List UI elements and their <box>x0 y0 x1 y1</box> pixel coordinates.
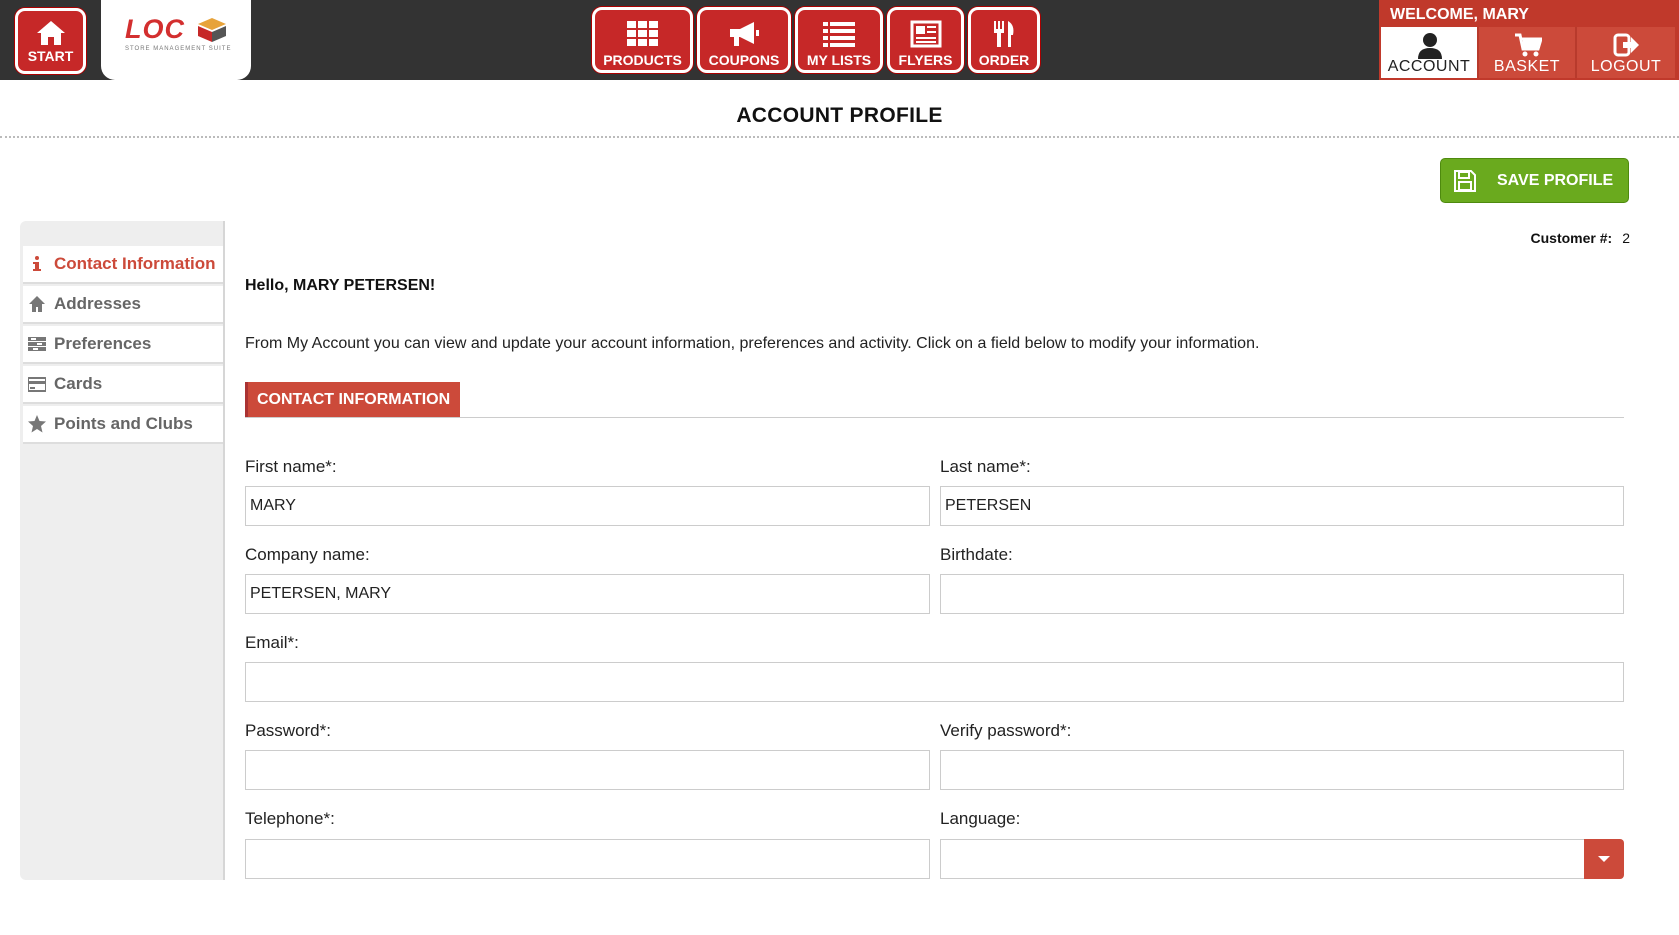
language-dropdown-button[interactable] <box>1584 839 1624 879</box>
nav-products-label: PRODUCTS <box>603 52 682 68</box>
nav-order-label: ORDER <box>978 52 1030 68</box>
newspaper-icon <box>910 20 941 48</box>
credit-card-icon <box>28 377 46 392</box>
logo-text: LOC <box>125 14 185 44</box>
cart-icon <box>1515 33 1542 57</box>
nav-products-button[interactable]: PRODUCTS <box>592 7 693 73</box>
basket-label: BASKET <box>1493 58 1561 75</box>
nav-flyers-button[interactable]: FLYERS <box>887 7 964 73</box>
title-divider <box>0 136 1679 138</box>
intro-text: From My Account you can view and update … <box>245 335 1260 352</box>
telephone-field[interactable] <box>245 839 930 879</box>
utensils-icon <box>994 21 1014 47</box>
nav-my-lists-label: MY LISTS <box>806 52 872 68</box>
caret-down-icon <box>1598 856 1610 862</box>
account-label: ACCOUNT <box>1387 58 1471 75</box>
password-label: Password*: <box>245 721 331 740</box>
first-name-label: First name*: <box>245 457 337 476</box>
megaphone-icon <box>730 22 759 46</box>
start-label: START <box>27 48 74 64</box>
sliders-icon <box>28 337 46 351</box>
logo[interactable]: LOC STORE MANAGEMENT SUITE <box>101 0 251 80</box>
sidebar-item-cards[interactable]: Cards <box>23 366 223 404</box>
top-bar: START LOC STORE MANAGEMENT SUITE PRODUCT… <box>0 0 1679 80</box>
logo-cube-icon <box>198 18 226 42</box>
telephone-label: Telephone*: <box>245 809 335 828</box>
section-divider <box>245 417 1624 418</box>
sidebar-item-label: Cards <box>54 374 103 393</box>
sidebar-item-label: Preferences <box>54 334 152 353</box>
logout-label: LOGOUT <box>1590 58 1662 75</box>
section-heading: CONTACT INFORMATION <box>245 382 460 418</box>
customer-number: Customer #: 2 <box>1531 230 1630 246</box>
customer-number-value: 2 <box>1622 230 1630 246</box>
nav-flyers-label: FLYERS <box>898 52 953 68</box>
password-field[interactable] <box>245 750 930 790</box>
user-icon <box>1418 33 1442 59</box>
email-field[interactable] <box>245 662 1624 702</box>
sidebar-item-points-and-clubs[interactable]: Points and Clubs <box>23 406 223 444</box>
nav-coupons-label: COUPONS <box>708 52 780 68</box>
logout-button[interactable]: LOGOUT <box>1577 27 1675 78</box>
sidebar-item-contact-information[interactable]: Contact Information <box>23 246 223 284</box>
greeting: Hello, MARY PETERSEN! <box>245 277 436 294</box>
info-icon <box>33 256 41 271</box>
email-label: Email*: <box>245 633 299 652</box>
sidebar-item-label: Contact Information <box>54 254 216 273</box>
birthdate-label: Birthdate: <box>940 545 1013 564</box>
start-button[interactable]: START <box>15 8 86 74</box>
last-name-label: Last name*: <box>940 457 1031 476</box>
floppy-disk-icon <box>1454 169 1476 192</box>
account-buttons: ACCOUNT BASKET LOGOUT <box>1381 27 1675 78</box>
last-name-field[interactable]: PETERSEN <box>940 486 1624 526</box>
sidebar-item-label: Points and Clubs <box>54 414 193 433</box>
save-profile-label: SAVE PROFILE <box>1497 171 1614 189</box>
save-profile-button[interactable]: SAVE PROFILE <box>1440 158 1629 203</box>
language-select[interactable] <box>940 839 1585 879</box>
sidebar-item-label: Addresses <box>54 294 141 313</box>
home-icon <box>29 296 45 312</box>
star-icon <box>28 415 46 433</box>
profile-sidebar: Contact Information Addresses Preference… <box>20 221 225 880</box>
customer-number-label: Customer #: <box>1530 230 1613 246</box>
sidebar-item-addresses[interactable]: Addresses <box>23 286 223 324</box>
account-button[interactable]: ACCOUNT <box>1381 27 1479 78</box>
company-name-label: Company name: <box>245 545 370 564</box>
basket-button[interactable]: BASKET <box>1479 27 1577 78</box>
logo-subtitle: STORE MANAGEMENT SUITE <box>125 46 232 52</box>
first-name-field[interactable]: MARY <box>245 486 930 526</box>
company-name-field[interactable]: PETERSEN, MARY <box>245 574 930 614</box>
nav-order-button[interactable]: ORDER <box>968 7 1040 73</box>
language-label: Language: <box>940 809 1021 828</box>
welcome-text: WELCOME, MARY <box>1390 6 1529 23</box>
main-nav: PRODUCTS COUPONS MY LISTS FLYERS ORDER <box>592 7 1040 73</box>
list-icon <box>823 22 855 47</box>
nav-my-lists-button[interactable]: MY LISTS <box>795 7 883 73</box>
logout-icon <box>1613 33 1639 57</box>
birthdate-field[interactable] <box>940 574 1624 614</box>
nav-coupons-button[interactable]: COUPONS <box>697 7 791 73</box>
sidebar-item-preferences[interactable]: Preferences <box>23 326 223 364</box>
home-icon <box>36 21 65 45</box>
verify-password-label: Verify password*: <box>940 721 1072 740</box>
grid-icon <box>626 21 658 46</box>
verify-password-field[interactable] <box>940 750 1624 790</box>
page-title: ACCOUNT PROFILE <box>736 104 943 127</box>
